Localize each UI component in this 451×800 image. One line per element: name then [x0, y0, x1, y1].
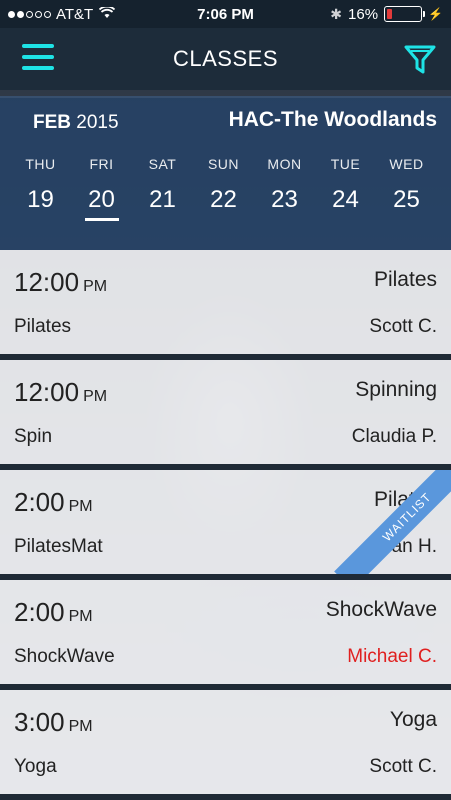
class-row[interactable]: 3:00 PM Yoga Yoga Scott C. — [0, 690, 451, 800]
day-tue[interactable]: TUE 24 — [315, 156, 376, 221]
class-row[interactable]: 2:00 PM ShockWave ShockWave Michael C. — [0, 580, 451, 690]
day-number: 21 — [149, 186, 176, 213]
class-instructor: Scott C. — [369, 756, 437, 777]
hamburger-icon — [22, 44, 54, 48]
class-category: Spinning — [355, 378, 437, 401]
day-number: 25 — [393, 186, 420, 213]
class-category: Yoga — [389, 708, 437, 731]
class-name: Pilates — [14, 316, 72, 337]
day-fri[interactable]: FRI 20 — [71, 156, 132, 221]
class-row[interactable]: 12:00 PM Spinning Spin Claudia P. — [0, 360, 451, 470]
day-sun[interactable]: SUN 22 — [193, 156, 254, 221]
year-label: 2015 — [76, 112, 119, 133]
day-of-week: WED — [389, 156, 424, 172]
wifi-icon — [99, 5, 116, 22]
club-location[interactable]: HAC-The Woodlands — [229, 108, 437, 132]
class-time: 3:00 PM — [14, 707, 93, 737]
signal-strength-icon — [8, 10, 51, 18]
selected-day-indicator — [84, 218, 119, 221]
day-of-week: SUN — [207, 156, 240, 172]
waitlist-badge: WAITLIST — [334, 470, 451, 574]
battery-percent: 16% — [348, 5, 379, 23]
day-thu[interactable]: THU 19 — [10, 156, 71, 221]
class-instructor: Claudia P. — [351, 426, 437, 447]
status-bar: AT&T 7:06 PM ✱ 16% ⚡ — [0, 0, 451, 28]
class-time: 2:00 PM — [14, 597, 93, 627]
day-mon[interactable]: MON 23 — [254, 156, 315, 221]
charging-icon: ⚡ — [428, 7, 443, 21]
class-row[interactable]: 12:00 PM Pilates Pilates Scott C. — [0, 250, 451, 360]
class-name: Yoga — [14, 756, 57, 777]
day-number: 23 — [271, 186, 298, 213]
date-selector: FEB 2015 HAC-The Woodlands THU 19 FRI 20… — [0, 96, 451, 250]
day-of-week: MON — [267, 156, 302, 172]
class-time: 2:00 PM — [14, 487, 93, 517]
battery-icon — [384, 6, 426, 22]
battery-fill — [387, 9, 393, 19]
nav-bar: CLASSES — [0, 28, 451, 90]
page-title: CLASSES — [173, 46, 278, 71]
carrier-name: AT&T — [56, 5, 94, 23]
day-number: 24 — [332, 186, 359, 213]
day-number: 22 — [210, 186, 237, 213]
class-list: 12:00 PM Pilates Pilates Scott C. 12:00 PM… — [0, 250, 451, 800]
class-name: PilatesMat — [14, 536, 103, 557]
class-category: ShockWave — [325, 598, 437, 621]
class-name: Spin — [14, 426, 53, 447]
bluetooth-icon: ✱ — [330, 5, 343, 22]
class-category: Pilates — [373, 268, 437, 291]
day-of-week: THU — [25, 156, 56, 172]
day-of-week: TUE — [330, 156, 361, 172]
day-sat[interactable]: SAT 21 — [132, 156, 193, 221]
class-name: ShockWave — [14, 646, 115, 667]
class-time: 12:00 PM — [14, 377, 108, 407]
class-time: 12:00 PM — [14, 267, 108, 297]
day-number: 20 — [88, 186, 115, 213]
class-instructor: Michael C. — [347, 646, 437, 667]
day-of-week: FRI — [89, 156, 114, 172]
month-year: FEB 2015 — [33, 112, 119, 134]
filter-icon — [404, 45, 436, 74]
day-of-week: SAT — [148, 156, 177, 172]
class-row[interactable]: 2:00PM Pilates PilatesMat Jan H. WAITLIS… — [0, 470, 451, 580]
day-number: 19 — [27, 186, 54, 213]
menu-button[interactable] — [22, 44, 54, 72]
class-instructor: Scott C. — [369, 316, 437, 337]
day-wed[interactable]: WED 25 — [376, 156, 437, 221]
filter-button[interactable] — [403, 42, 437, 76]
day-strip: THU 19 FRI 20 SAT 21 SUN 22 MON 23 TUE 2… — [10, 156, 451, 221]
month-label: FEB — [33, 112, 71, 133]
